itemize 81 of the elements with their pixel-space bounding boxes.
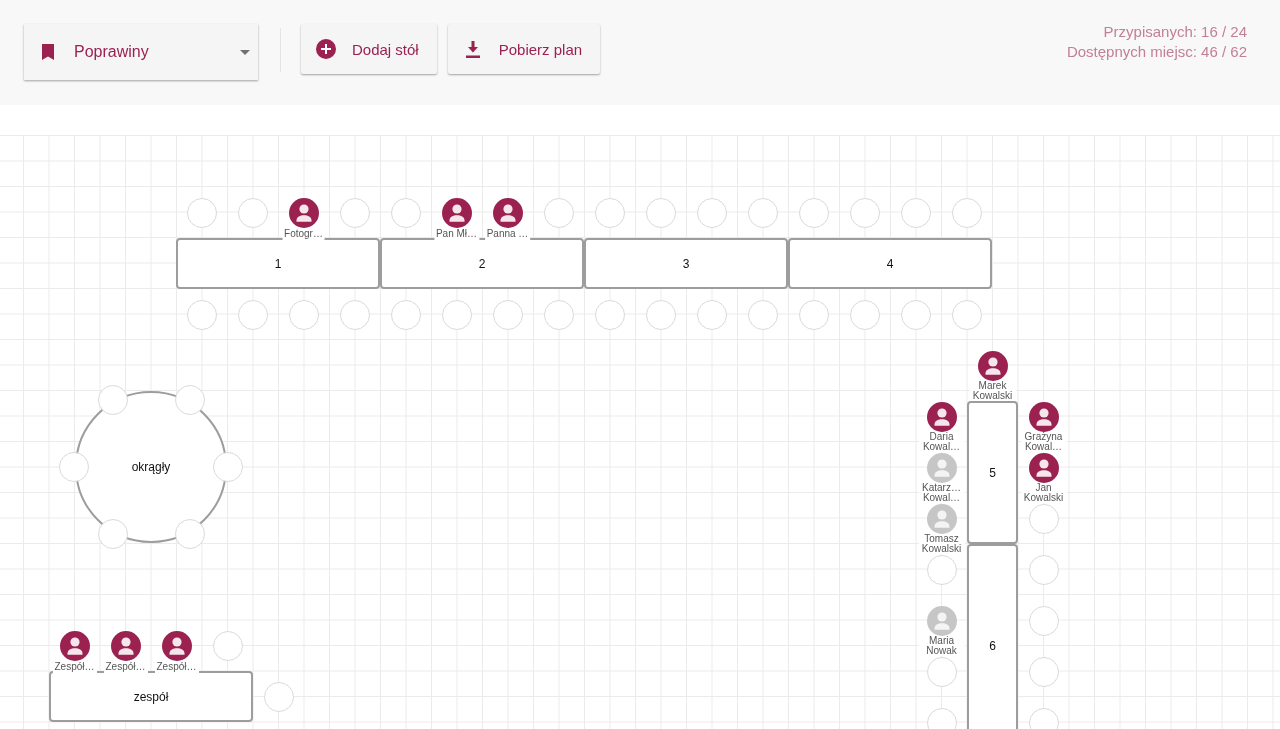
- guest-avatar-icon[interactable]: [926, 401, 957, 432]
- empty-seat-icon[interactable]: [696, 299, 727, 330]
- guest-avatar-icon[interactable]: [1028, 401, 1059, 432]
- empty-seat-icon[interactable]: [1028, 656, 1059, 687]
- guest-name: Maria Nowak: [918, 636, 965, 656]
- download-plan-button[interactable]: Pobierz plan: [447, 24, 601, 74]
- empty-seat-icon[interactable]: [926, 707, 957, 729]
- guest-avatar-icon[interactable]: [441, 197, 472, 228]
- guest-avatar-icon[interactable]: [492, 197, 523, 228]
- plus-circle-icon: [316, 39, 336, 59]
- guest-name: Pan Mł…: [433, 228, 480, 242]
- empty-seat-icon[interactable]: [1028, 554, 1059, 585]
- guest-avatar-icon[interactable]: [59, 630, 90, 661]
- guest-avatar-icon[interactable]: [110, 630, 141, 661]
- empty-seat-icon[interactable]: [900, 299, 931, 330]
- empty-seat-icon[interactable]: [798, 299, 829, 330]
- empty-seat-icon[interactable]: [339, 299, 370, 330]
- guest-avatar-icon[interactable]: [1028, 452, 1059, 483]
- empty-seat-icon[interactable]: [59, 452, 89, 482]
- guest-name: Zespół…: [52, 661, 97, 675]
- guest-avatar-icon[interactable]: [977, 350, 1008, 381]
- empty-seat-icon[interactable]: [645, 197, 676, 228]
- empty-seat-icon[interactable]: [237, 299, 268, 330]
- empty-seat-icon[interactable]: [543, 299, 574, 330]
- guest-name: Zespół…: [103, 661, 148, 675]
- empty-seat-icon[interactable]: [186, 197, 217, 228]
- rectangular-table[interactable]: 5: [967, 401, 1018, 544]
- caret-down-icon: [240, 49, 250, 55]
- empty-seat-icon[interactable]: [441, 299, 472, 330]
- rectangular-table[interactable]: 4: [788, 238, 992, 289]
- guest-name: Jan Kowalski: [1020, 483, 1067, 503]
- empty-seat-icon[interactable]: [492, 299, 523, 330]
- guest-avatar-icon[interactable]: [288, 197, 319, 228]
- guest-name: Marek Kowalski: [969, 381, 1016, 401]
- download-icon: [465, 40, 480, 58]
- empty-seat-icon[interactable]: [645, 299, 676, 330]
- empty-seat-icon[interactable]: [849, 299, 880, 330]
- empty-seat-icon[interactable]: [390, 197, 421, 228]
- empty-seat-icon[interactable]: [594, 299, 625, 330]
- empty-seat-icon[interactable]: [696, 197, 727, 228]
- empty-seat-icon[interactable]: [747, 299, 778, 330]
- stat-text: Dostępnych miejsc: 46 / 62: [1066, 42, 1247, 62]
- guest-avatar-icon[interactable]: [161, 630, 192, 661]
- empty-seat-icon[interactable]: [543, 197, 574, 228]
- empty-seat-icon[interactable]: [1028, 605, 1059, 636]
- empty-seat-icon[interactable]: [186, 299, 217, 330]
- guest-name: Panna …: [484, 228, 531, 242]
- empty-seat-icon[interactable]: [594, 197, 625, 228]
- empty-seat-icon[interactable]: [263, 681, 294, 712]
- empty-seat-icon[interactable]: [926, 656, 957, 687]
- rectangular-table[interactable]: 2: [380, 238, 584, 289]
- empty-seat-icon[interactable]: [1028, 503, 1059, 534]
- empty-seat-icon[interactable]: [951, 299, 982, 330]
- empty-seat-icon[interactable]: [174, 385, 205, 416]
- empty-seat-icon[interactable]: [926, 554, 957, 585]
- empty-seat-icon[interactable]: [900, 197, 931, 228]
- empty-seat-icon[interactable]: [237, 197, 268, 228]
- rectangular-table[interactable]: 3: [584, 238, 788, 289]
- empty-seat-icon[interactable]: [951, 197, 982, 228]
- empty-seat-icon[interactable]: [288, 299, 319, 330]
- empty-seat-icon[interactable]: [1028, 707, 1059, 729]
- empty-seat-icon[interactable]: [212, 630, 243, 661]
- guest-name: Tomasz Kowalski: [918, 534, 965, 554]
- empty-seat-icon[interactable]: [390, 299, 421, 330]
- rectangular-table[interactable]: 6: [967, 544, 1018, 729]
- guest-name: Grażyna Kowal…: [1020, 432, 1067, 452]
- guest-name: Katarz… Kowal…: [918, 483, 965, 503]
- stat-text: Przypisanych: 16 / 24: [1102, 22, 1247, 42]
- empty-seat-icon[interactable]: [339, 197, 370, 228]
- empty-seat-icon[interactable]: [97, 385, 128, 416]
- guest-name: Zespół…: [154, 661, 199, 675]
- add-table-button[interactable]: Dodaj stół: [301, 24, 437, 74]
- empty-seat-icon[interactable]: [747, 197, 778, 228]
- guest-name: Daria Kowal…: [918, 432, 965, 452]
- empty-seat-icon[interactable]: [798, 197, 829, 228]
- event-select[interactable]: Poprawiny: [24, 24, 258, 80]
- rectangular-table[interactable]: 1: [176, 238, 380, 289]
- bookmark-icon: [42, 44, 54, 60]
- guest-name: Fotogr…: [282, 228, 325, 242]
- empty-seat-icon[interactable]: [849, 197, 880, 228]
- rectangular-table[interactable]: zespół: [49, 671, 253, 722]
